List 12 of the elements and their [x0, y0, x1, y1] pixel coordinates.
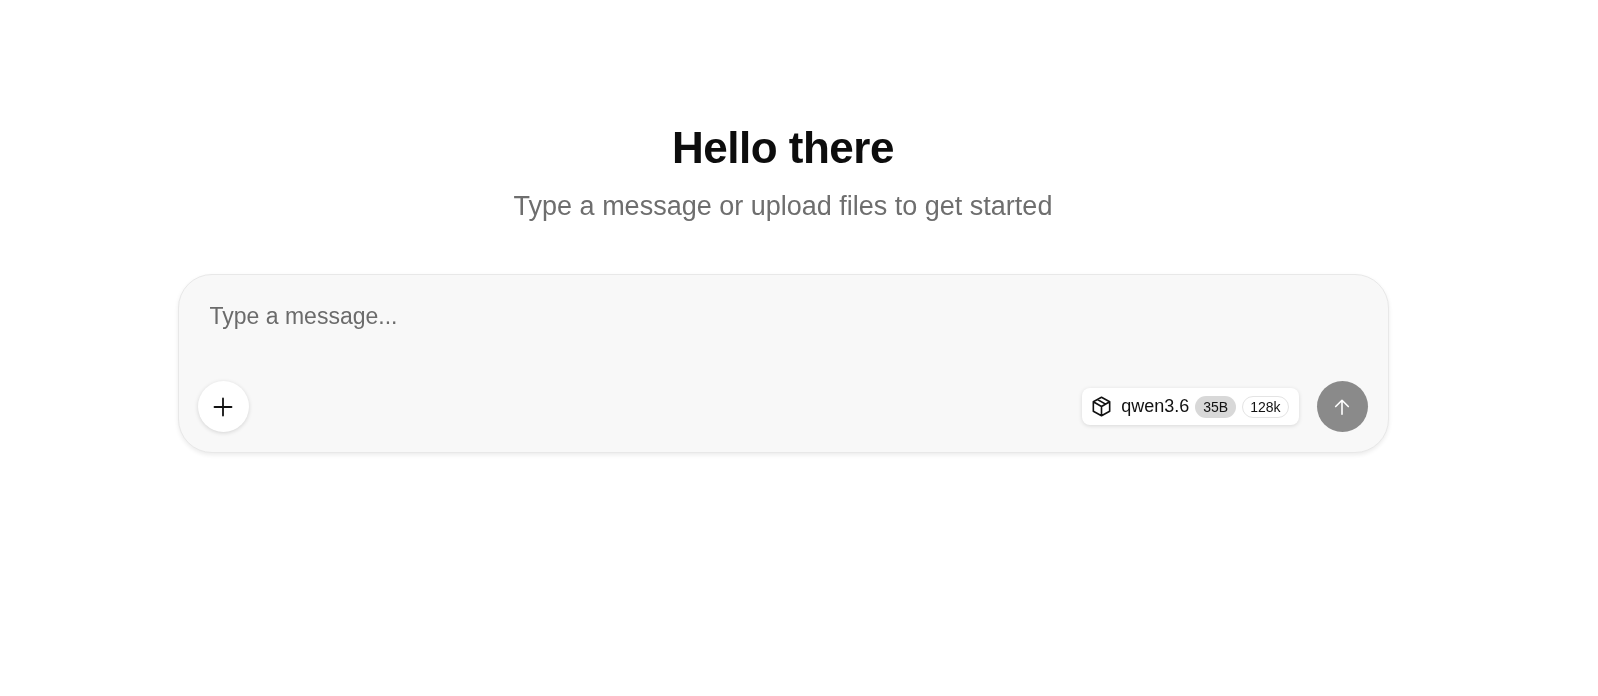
- attach-button[interactable]: [197, 381, 249, 432]
- cube-icon: [1092, 396, 1112, 417]
- model-name: qwen3.6: [1121, 396, 1190, 417]
- page-title: Hello there: [672, 122, 894, 174]
- model-selector[interactable]: qwen3.6 35B 128k: [1082, 388, 1299, 425]
- arrow-up-icon: [1333, 397, 1351, 416]
- message-input[interactable]: Type a message...: [197, 295, 1368, 371]
- model-tag: 128k: [1242, 395, 1289, 418]
- message-composer[interactable]: Type a message... qwen3.6 35B 128k: [177, 274, 1389, 453]
- model-tag: 35B: [1195, 395, 1237, 418]
- plus-icon: [213, 396, 233, 417]
- page-subtitle: Type a message or upload files to get started: [513, 190, 1053, 223]
